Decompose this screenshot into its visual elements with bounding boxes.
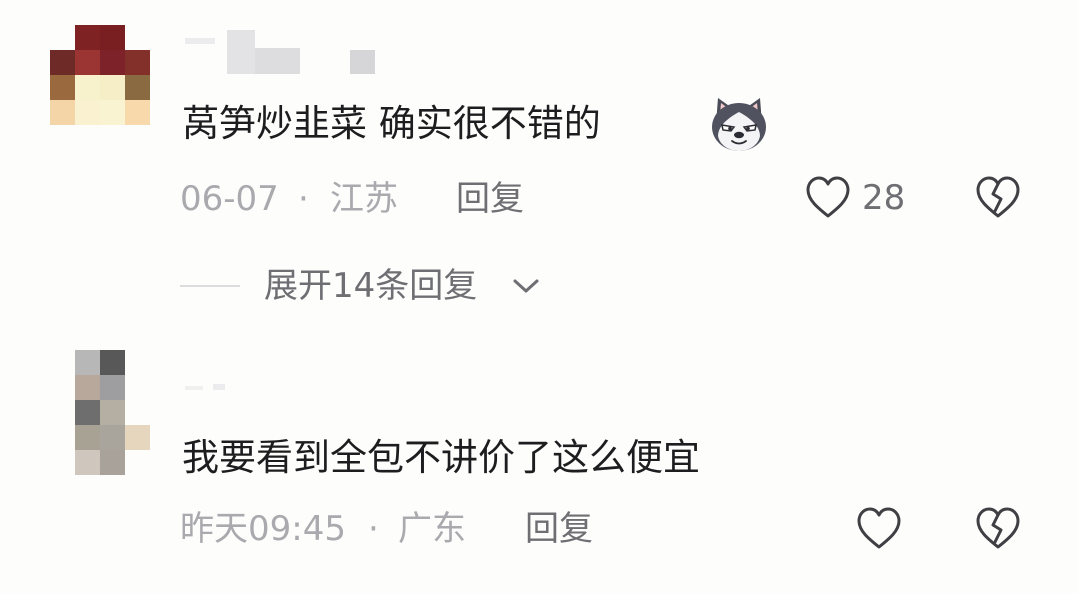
like-count: 28 bbox=[862, 178, 906, 218]
comment-text: 我要看到全包不讲价了这么便宜 bbox=[182, 436, 700, 479]
like-button[interactable] bbox=[855, 506, 903, 552]
broken-heart-icon bbox=[974, 506, 1022, 552]
meta-separator: · bbox=[368, 509, 379, 549]
username-redacted[interactable] bbox=[185, 380, 245, 396]
comment-date: 06-07 bbox=[180, 179, 279, 219]
meta-separator: · bbox=[298, 179, 309, 219]
avatar[interactable] bbox=[50, 25, 150, 125]
comment-item: 我要看到全包不讲价了这么便宜 昨天09:45 · 广东 回复 bbox=[0, 330, 1078, 594]
username-redacted[interactable] bbox=[185, 30, 385, 76]
expand-replies-button[interactable]: 展开14条回复 bbox=[180, 266, 560, 306]
comment-date: 昨天09:45 bbox=[180, 509, 346, 549]
like-button[interactable]: 28 bbox=[804, 174, 914, 222]
avatar[interactable] bbox=[75, 350, 150, 475]
heart-icon bbox=[804, 175, 852, 221]
comment-location: 广东 bbox=[398, 509, 466, 549]
husky-dog-emoji-icon bbox=[708, 94, 770, 154]
broken-heart-icon bbox=[974, 175, 1022, 221]
chevron-down-icon bbox=[511, 275, 541, 297]
comment-text: 莴笋炒韭菜 确实很不错的 bbox=[182, 102, 601, 145]
dislike-button[interactable] bbox=[974, 506, 1022, 552]
comment-item: 莴笋炒韭菜 确实很不错的 06-07 · 江苏 回复 28 展开14条回复 bbox=[0, 0, 1078, 330]
expand-replies-label: 展开14条回复 bbox=[264, 266, 478, 306]
heart-icon bbox=[855, 506, 903, 552]
comment-location: 江苏 bbox=[330, 179, 398, 219]
divider-line bbox=[180, 285, 240, 287]
reply-button[interactable]: 回复 bbox=[456, 180, 524, 218]
reply-button[interactable]: 回复 bbox=[525, 510, 593, 548]
dislike-button[interactable] bbox=[974, 175, 1022, 221]
